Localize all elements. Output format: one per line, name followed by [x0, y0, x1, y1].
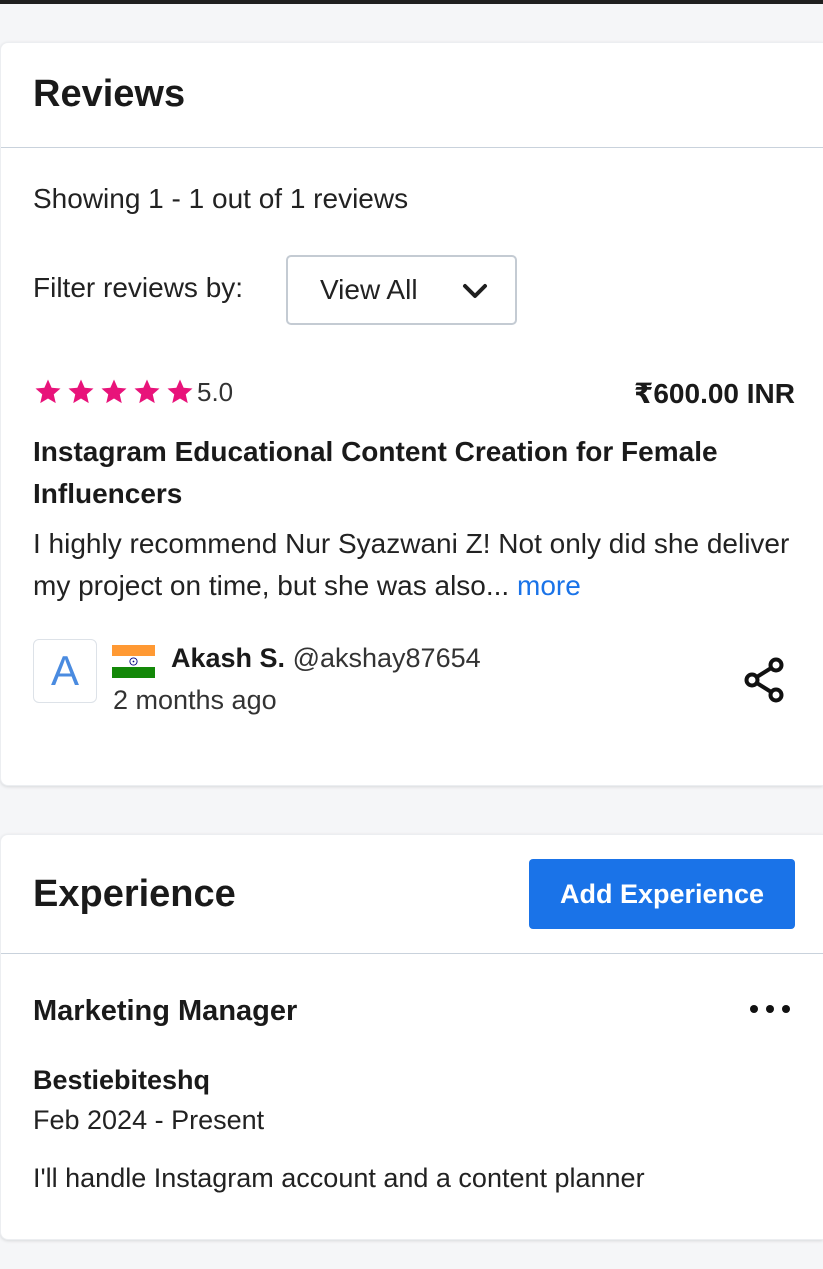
star-icon: [101, 379, 127, 404]
filter-reviews-select[interactable]: View All: [286, 255, 517, 325]
reviewer-name[interactable]: Akash S.: [171, 643, 285, 673]
share-icon[interactable]: [743, 657, 787, 703]
experience-card: Experience Add Experience Marketing Mana…: [0, 834, 823, 1240]
reviews-title: Reviews: [33, 73, 186, 115]
review-date: 2 months ago: [113, 685, 277, 715]
filter-selected-value: View All: [320, 274, 418, 305]
reviews-count-text: Showing 1 - 1 out of 1 reviews: [33, 183, 409, 214]
india-flag-icon: [112, 645, 155, 678]
star-icon: [35, 379, 61, 404]
star-icon: [68, 379, 94, 404]
reviewer-info: Akash S. @akshay87654: [171, 643, 481, 674]
add-experience-button[interactable]: Add Experience: [529, 859, 795, 929]
reviews-card: Reviews Showing 1 - 1 out of 1 reviews F…: [0, 42, 823, 786]
star-icon: [134, 379, 160, 404]
more-link[interactable]: more: [517, 570, 581, 601]
rating-value: 5.0: [197, 377, 234, 407]
reviews-header: Reviews: [1, 43, 823, 148]
experience-dates: Feb 2024 - Present: [33, 1105, 265, 1135]
star-icon: [167, 379, 193, 404]
review-text: I highly recommend Nur Syazwani Z! Not o…: [33, 523, 793, 607]
job-title: Marketing Manager: [33, 995, 298, 1027]
review-body: I highly recommend Nur Syazwani Z! Not o…: [33, 528, 790, 601]
experience-title: Experience: [33, 873, 236, 915]
experience-header: Experience Add Experience: [1, 835, 823, 954]
review-price: ₹600.00 INR: [633, 378, 795, 409]
filter-label: Filter reviews by:: [33, 272, 244, 303]
company-name: Bestiebiteshq: [33, 1065, 211, 1095]
star-rating: [33, 377, 195, 407]
more-options-icon[interactable]: [747, 995, 793, 1023]
experience-description: I'll handle Instagram account and a cont…: [33, 1163, 645, 1193]
review-project-title: Instagram Educational Content Creation f…: [33, 436, 718, 509]
avatar[interactable]: A: [33, 639, 97, 703]
chevron-down-icon: [463, 284, 487, 298]
top-border: [0, 0, 823, 4]
reviewer-handle: @akshay87654: [292, 643, 481, 673]
